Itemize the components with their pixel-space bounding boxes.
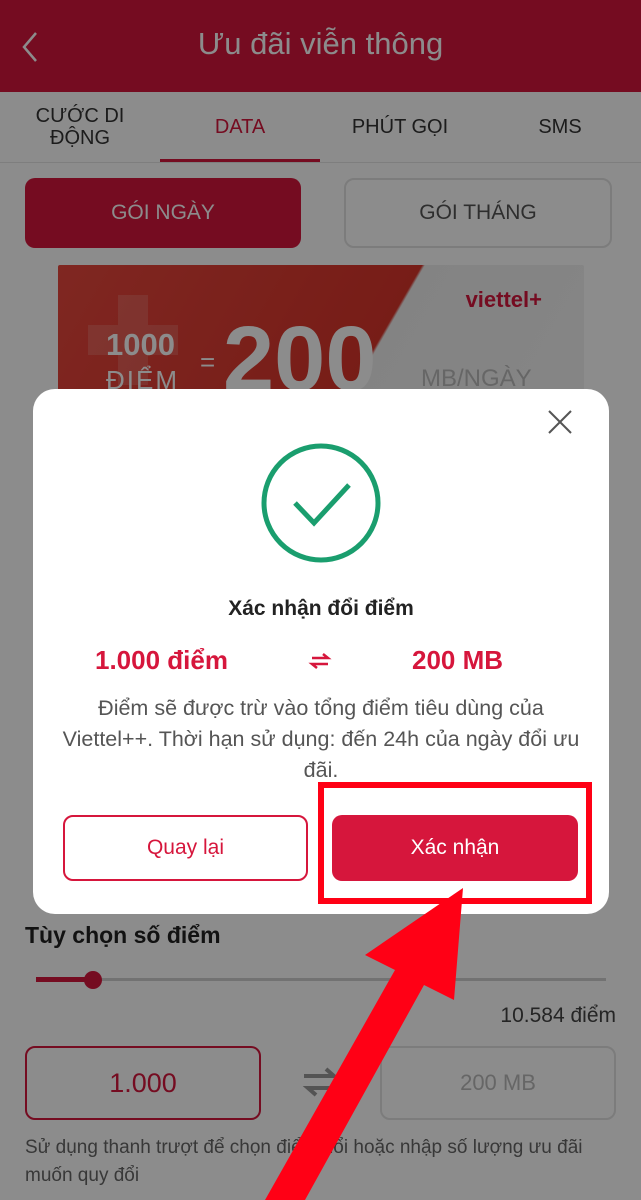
back-button[interactable]: Quay lại [63,815,308,881]
exchange-from: 1.000 điểm [95,645,228,675]
dialog-description: Điểm sẽ được trừ vào tổng điểm tiêu dùng… [62,696,580,782]
check-circle-icon [261,443,381,563]
exchange-arrows-icon [308,653,332,669]
exchange-to: 200 MB [412,645,504,675]
close-icon[interactable] [547,409,573,435]
annotation-highlight-box [318,782,592,904]
dialog-title: Xác nhận đổi điểm [228,597,414,620]
